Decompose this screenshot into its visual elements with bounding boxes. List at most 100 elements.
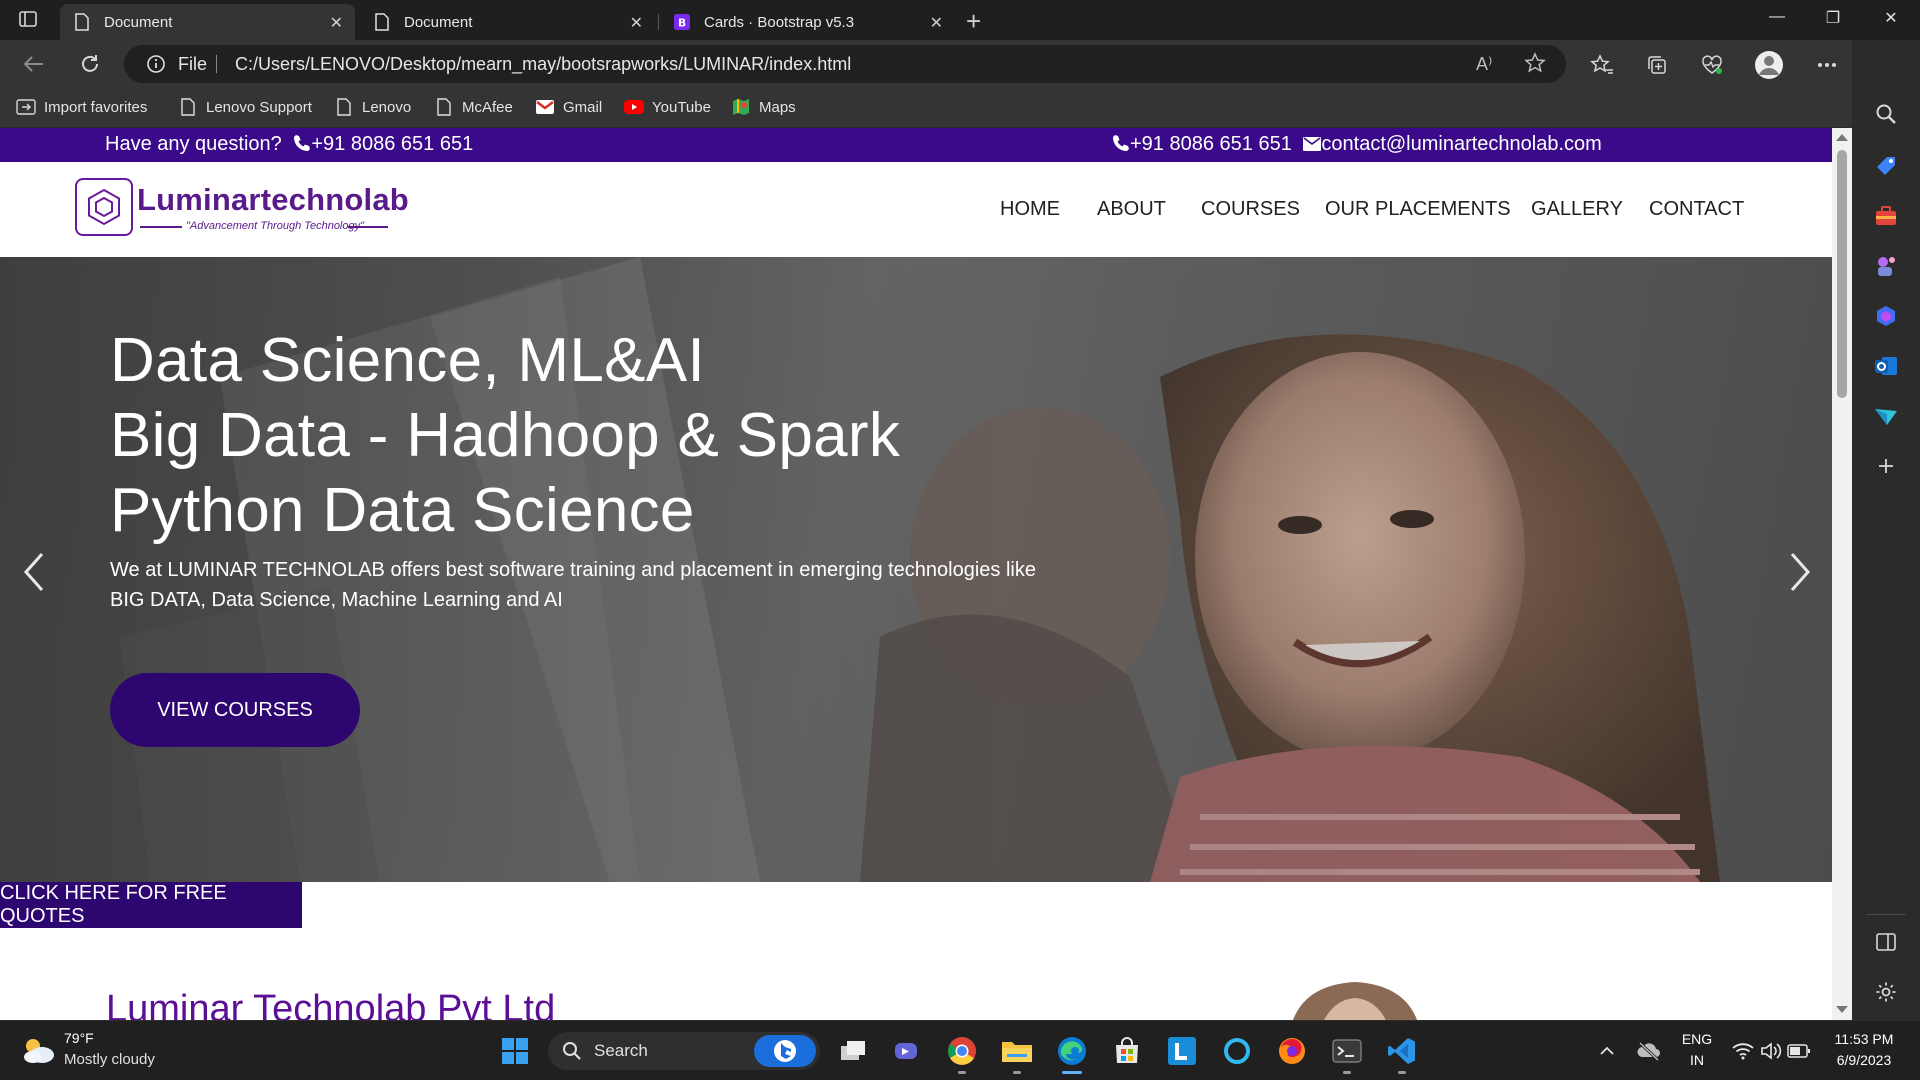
close-tab-icon[interactable]: ✕ bbox=[630, 13, 643, 33]
restore-icon[interactable]: ❐ bbox=[1818, 8, 1848, 28]
favorites-bar: Import favorites Lenovo Support Lenovo M… bbox=[0, 88, 1920, 128]
task-view-icon[interactable] bbox=[836, 1034, 870, 1068]
page-scrollbar[interactable] bbox=[1832, 128, 1852, 1020]
minimize-icon[interactable]: — bbox=[1762, 8, 1792, 26]
address-divider bbox=[216, 55, 217, 73]
nav-contact[interactable]: CONTACT bbox=[1649, 198, 1744, 221]
teams-chat-icon[interactable] bbox=[890, 1034, 924, 1068]
read-aloud-icon[interactable]: A⁾ bbox=[1476, 54, 1492, 75]
brand-name[interactable]: Luminartechnolab bbox=[137, 182, 409, 218]
games-icon[interactable] bbox=[1872, 252, 1900, 280]
close-tab-icon[interactable]: ✕ bbox=[330, 13, 343, 33]
url-text[interactable]: C:/Users/LENOVO/Desktop/mearn_may/bootsr… bbox=[235, 54, 851, 75]
show-hidden-icons-icon[interactable] bbox=[1590, 1034, 1624, 1068]
hero-heading-line-3: Python Data Science bbox=[110, 476, 695, 545]
scroll-down-icon[interactable] bbox=[1836, 1006, 1848, 1013]
address-bar[interactable]: File C:/Users/LENOVO/Desktop/mearn_may/b… bbox=[124, 45, 1566, 83]
document-icon bbox=[334, 97, 354, 117]
close-tab-icon[interactable]: ✕ bbox=[930, 13, 943, 33]
windows-start-icon[interactable] bbox=[498, 1034, 532, 1068]
scroll-up-icon[interactable] bbox=[1836, 134, 1848, 141]
browser-essentials-icon[interactable] bbox=[1699, 52, 1725, 78]
hero-heading-line-1: Data Science, ML&AI bbox=[110, 326, 705, 395]
more-menu-icon[interactable] bbox=[1814, 52, 1840, 78]
firefox-icon[interactable] bbox=[1275, 1034, 1309, 1068]
nav-courses[interactable]: COURSES bbox=[1201, 198, 1300, 221]
tab-bootstrap-cards[interactable]: B Cards · Bootstrap v5.3 ✕ bbox=[660, 4, 955, 40]
vscode-icon[interactable] bbox=[1385, 1034, 1419, 1068]
terminal-icon[interactable] bbox=[1330, 1034, 1364, 1068]
logo-hexagon-icon[interactable] bbox=[75, 178, 133, 236]
favorite-mcafee[interactable]: McAfee bbox=[434, 97, 513, 117]
page-viewport: Have any question? +91 8086 651 651 +91 … bbox=[0, 128, 1832, 1020]
gmail-icon bbox=[535, 97, 555, 117]
document-icon bbox=[434, 97, 454, 117]
free-quotes-button[interactable]: CLICK HERE FOR FREE QUOTES bbox=[0, 882, 302, 928]
weather-temp[interactable]: 79°F bbox=[64, 1030, 94, 1046]
tab-document-2[interactable]: Document ✕ bbox=[360, 4, 655, 40]
refresh-icon[interactable] bbox=[76, 50, 104, 78]
battery-icon[interactable] bbox=[1782, 1034, 1816, 1068]
favorite-maps[interactable]: Maps bbox=[731, 97, 796, 117]
scroll-thumb[interactable] bbox=[1837, 150, 1847, 398]
sidebar-settings-icon[interactable] bbox=[1872, 978, 1900, 1006]
taskbar-search[interactable]: Search bbox=[548, 1032, 820, 1070]
phone-number[interactable]: +91 8086 651 651 bbox=[1130, 133, 1292, 155]
favorite-youtube[interactable]: YouTube bbox=[624, 97, 711, 117]
hero-description: We at LUMINAR TECHNOLAB offers best soft… bbox=[110, 559, 1036, 611]
add-sidebar-app-icon[interactable] bbox=[1872, 452, 1900, 480]
close-window-icon[interactable]: ✕ bbox=[1876, 8, 1906, 28]
language-indicator[interactable]: ENG bbox=[1680, 1031, 1714, 1047]
clock-date[interactable]: 6/9/2023 bbox=[1828, 1052, 1900, 1068]
carousel-prev-icon[interactable] bbox=[16, 542, 52, 602]
view-courses-button[interactable]: VIEW COURSES bbox=[110, 673, 360, 747]
scheme-label: File bbox=[178, 54, 208, 74]
split-screen-icon[interactable] bbox=[1872, 928, 1900, 956]
weather-cloudy-icon[interactable] bbox=[20, 1035, 56, 1070]
tab-document-1[interactable]: Document ✕ bbox=[60, 4, 355, 40]
workspaces-icon[interactable] bbox=[18, 9, 40, 31]
phone-number[interactable]: +91 8086 651 651 bbox=[311, 133, 473, 155]
favorite-star-icon[interactable] bbox=[1524, 52, 1546, 79]
bing-search-icon[interactable] bbox=[754, 1035, 816, 1072]
nav-home[interactable]: HOME bbox=[1000, 198, 1060, 221]
tab-title: Document bbox=[104, 13, 173, 31]
site-info-icon[interactable] bbox=[146, 54, 166, 79]
favorite-import[interactable]: Import favorites bbox=[16, 97, 147, 117]
collections-icon[interactable] bbox=[1644, 52, 1670, 78]
envelope-icon bbox=[1303, 134, 1322, 157]
nav-about[interactable]: ABOUT bbox=[1097, 198, 1166, 221]
file-explorer-icon[interactable] bbox=[1000, 1034, 1034, 1068]
send-icon[interactable] bbox=[1872, 402, 1900, 430]
profile-avatar[interactable] bbox=[1753, 49, 1785, 81]
onedrive-offline-icon[interactable] bbox=[1632, 1034, 1666, 1068]
email-link[interactable]: contact@luminartechnolab.com bbox=[1321, 133, 1601, 155]
tools-briefcase-icon[interactable] bbox=[1872, 202, 1900, 230]
microsoft-store-icon[interactable] bbox=[1110, 1034, 1144, 1068]
shopping-tag-icon[interactable] bbox=[1872, 152, 1900, 180]
maps-icon bbox=[731, 97, 751, 117]
region-indicator[interactable]: IN bbox=[1680, 1052, 1714, 1068]
chrome-icon[interactable] bbox=[945, 1034, 979, 1068]
favorite-label: Import favorites bbox=[44, 98, 148, 116]
back-icon[interactable] bbox=[20, 50, 48, 78]
new-tab-button[interactable]: + bbox=[966, 6, 981, 37]
edge-browser-icon[interactable] bbox=[1055, 1034, 1089, 1068]
windows-taskbar: 79°F Mostly cloudy Search ENG IN 11:53 P… bbox=[0, 1020, 1920, 1080]
carousel-next-icon[interactable] bbox=[1782, 542, 1818, 602]
running-indicator bbox=[958, 1071, 966, 1074]
search-icon[interactable] bbox=[1872, 100, 1900, 128]
favorite-lenovo-support[interactable]: Lenovo Support bbox=[178, 97, 312, 117]
favorites-icon[interactable] bbox=[1589, 52, 1615, 78]
nav-our-placements[interactable]: OUR PLACEMENTS bbox=[1325, 198, 1511, 221]
favorite-gmail[interactable]: Gmail bbox=[535, 97, 602, 117]
weather-desc[interactable]: Mostly cloudy bbox=[64, 1051, 155, 1068]
favorite-lenovo[interactable]: Lenovo bbox=[334, 97, 411, 117]
clock-time[interactable]: 11:53 PM bbox=[1828, 1031, 1900, 1047]
lenovo-vantage-icon[interactable] bbox=[1165, 1034, 1199, 1068]
nav-gallery[interactable]: GALLERY bbox=[1531, 198, 1623, 221]
tagline-rule bbox=[348, 226, 388, 228]
outlook-icon[interactable] bbox=[1872, 352, 1900, 380]
cortana-icon[interactable] bbox=[1220, 1034, 1254, 1068]
copilot-icon[interactable] bbox=[1872, 302, 1900, 330]
